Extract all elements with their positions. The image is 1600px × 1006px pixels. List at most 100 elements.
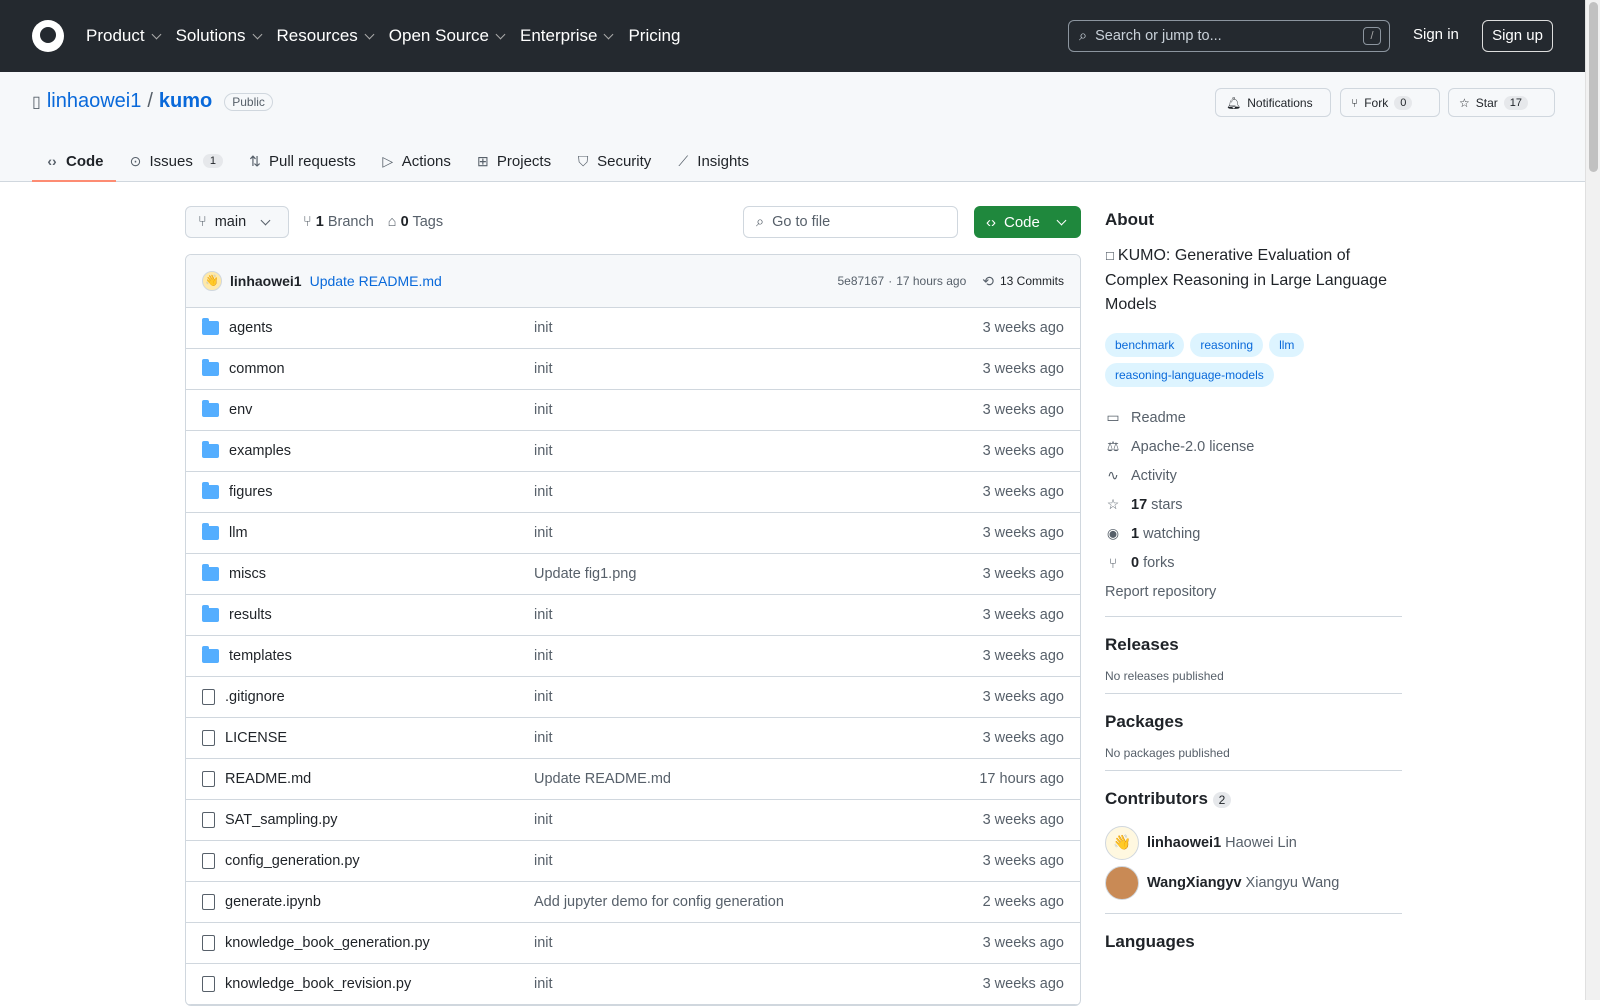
file-row[interactable]: results init 3 weeks ago: [186, 595, 1080, 636]
github-logo-icon[interactable]: [32, 20, 64, 52]
file-row[interactable]: generate.ipynb Add jupyter demo for confi…: [186, 882, 1080, 923]
file-name[interactable]: templates: [229, 648, 292, 664]
contributors-heading[interactable]: Contributors 2: [1105, 789, 1402, 809]
file-name[interactable]: LICENSE: [225, 730, 287, 746]
commit-author[interactable]: linhaowei1: [230, 273, 302, 289]
tab-insights[interactable]: ⟋ Insights: [663, 140, 761, 182]
file-name[interactable]: .gitignore: [225, 689, 285, 705]
file-commit-message[interactable]: init: [534, 730, 983, 746]
file-commit-message[interactable]: init: [534, 484, 983, 500]
file-commit-message[interactable]: init: [534, 812, 983, 828]
nav-enterprise[interactable]: Enterprise: [520, 26, 614, 46]
contributor-item[interactable]: WangXiangyv Xiangyu Wang: [1105, 863, 1402, 903]
sign-in-link[interactable]: Sign in: [1413, 26, 1459, 43]
nav-pricing[interactable]: Pricing: [628, 26, 680, 46]
file-name[interactable]: llm: [229, 525, 248, 541]
file-commit-message[interactable]: init: [534, 607, 983, 623]
file-name[interactable]: README.md: [225, 771, 311, 787]
file-name[interactable]: figures: [229, 484, 273, 500]
repo-name-link[interactable]: kumo: [159, 90, 212, 113]
tab-actions[interactable]: ▷ Actions: [368, 140, 463, 182]
file-name[interactable]: SAT_sampling.py: [225, 812, 338, 828]
report-repository-link[interactable]: Report repository: [1105, 577, 1402, 606]
file-name[interactable]: examples: [229, 443, 291, 459]
file-row[interactable]: env init 3 weeks ago: [186, 390, 1080, 431]
commit-message[interactable]: Update README.md: [310, 273, 442, 289]
file-commit-message[interactable]: Update fig1.png: [534, 566, 983, 582]
commits-link[interactable]: 13 Commits: [1000, 274, 1064, 288]
file-name[interactable]: knowledge_book_revision.py: [225, 976, 411, 992]
license-link[interactable]: ⚖ Apache-2.0 license: [1105, 432, 1402, 461]
nav-product[interactable]: Product: [86, 26, 162, 46]
search-input[interactable]: ⌕ Search or jump to... /: [1068, 20, 1390, 52]
nav-resources[interactable]: Resources: [277, 26, 375, 46]
watchers-link[interactable]: ◉ 1 watching: [1105, 519, 1402, 548]
file-name[interactable]: knowledge_book_generation.py: [225, 935, 430, 951]
tab-pull-requests[interactable]: ⇅ Pull requests: [235, 140, 368, 182]
branch-selector[interactable]: ⑂ main: [185, 206, 289, 238]
tab-security[interactable]: ⛉ Security: [563, 140, 663, 182]
file-commit-message[interactable]: init: [534, 648, 983, 664]
avatar[interactable]: 👋: [202, 271, 222, 291]
activity-link[interactable]: ∿ Activity: [1105, 461, 1402, 490]
topic-tag[interactable]: reasoning: [1190, 333, 1264, 357]
tab-projects[interactable]: ⊞ Projects: [463, 140, 563, 182]
notifications-button[interactable]: 🔔︎ Notifications: [1215, 88, 1331, 117]
file-name[interactable]: results: [229, 607, 272, 623]
file-row[interactable]: knowledge_book_generation.py init 3 weeks …: [186, 923, 1080, 964]
file-row[interactable]: .gitignore init 3 weeks ago: [186, 677, 1080, 718]
file-commit-message[interactable]: init: [534, 853, 983, 869]
file-row[interactable]: templates init 3 weeks ago: [186, 636, 1080, 677]
readme-link[interactable]: ▭ Readme: [1105, 403, 1402, 432]
tags-link[interactable]: ⌂ 0 Tags: [388, 214, 443, 230]
forks-link[interactable]: ⑂ 0 forks: [1105, 548, 1402, 577]
topic-tag[interactable]: llm: [1269, 333, 1305, 357]
branches-link[interactable]: ⑂ 1 Branch: [303, 214, 374, 230]
commit-hash[interactable]: 5e87167: [837, 274, 884, 288]
star-button[interactable]: ☆ Star 17: [1448, 88, 1555, 117]
file-name[interactable]: config_generation.py: [225, 853, 360, 869]
file-commit-message[interactable]: init: [534, 976, 983, 992]
code-dropdown-button[interactable]: ‹› Code: [974, 206, 1081, 238]
sign-up-button[interactable]: Sign up: [1482, 20, 1553, 52]
file-name[interactable]: miscs: [229, 566, 266, 582]
nav-open-source[interactable]: Open Source: [389, 26, 506, 46]
scrollbar-thumb[interactable]: [1589, 2, 1598, 172]
file-name[interactable]: agents: [229, 320, 273, 336]
file-commit-message[interactable]: init: [534, 689, 983, 705]
topic-tag[interactable]: reasoning-language-models: [1105, 363, 1274, 387]
file-row[interactable]: SAT_sampling.py init 3 weeks ago: [186, 800, 1080, 841]
file-name[interactable]: common: [229, 361, 285, 377]
tab-issues[interactable]: ⊙ Issues 1: [116, 140, 235, 182]
contributor-item[interactable]: 👋 linhaowei1 Haowei Lin: [1105, 823, 1402, 863]
file-row[interactable]: README.md Update README.md 17 hours ago: [186, 759, 1080, 800]
tab-code[interactable]: ‹› Code: [32, 140, 116, 182]
file-commit-message[interactable]: init: [534, 525, 983, 541]
repo-owner-link[interactable]: linhaowei1: [47, 90, 142, 113]
file-row[interactable]: examples init 3 weeks ago: [186, 431, 1080, 472]
file-row[interactable]: llm init 3 weeks ago: [186, 513, 1080, 554]
topic-tag[interactable]: benchmark: [1105, 333, 1185, 357]
file-row[interactable]: common init 3 weeks ago: [186, 349, 1080, 390]
fork-button[interactable]: ⑂ Fork 0: [1340, 88, 1440, 117]
file-commit-message[interactable]: init: [534, 320, 983, 336]
releases-title[interactable]: Releases: [1105, 635, 1402, 655]
file-name[interactable]: env: [229, 402, 252, 418]
file-commit-message[interactable]: init: [534, 935, 983, 951]
page-scrollbar[interactable]: [1585, 0, 1600, 1000]
file-commit-message[interactable]: init: [534, 402, 983, 418]
stars-link[interactable]: ☆ 17 stars: [1105, 490, 1402, 519]
file-commit-message[interactable]: Add jupyter demo for config generation: [534, 894, 983, 910]
file-name[interactable]: generate.ipynb: [225, 894, 321, 910]
file-row[interactable]: agents init 3 weeks ago: [186, 308, 1080, 349]
file-row[interactable]: figures init 3 weeks ago: [186, 472, 1080, 513]
file-commit-message[interactable]: init: [534, 361, 983, 377]
file-row[interactable]: miscs Update fig1.png 3 weeks ago: [186, 554, 1080, 595]
go-to-file-input[interactable]: ⌕ Go to file: [743, 206, 958, 238]
file-row[interactable]: config_generation.py init 3 weeks ago: [186, 841, 1080, 882]
file-commit-message[interactable]: init: [534, 443, 983, 459]
file-row[interactable]: LICENSE init 3 weeks ago: [186, 718, 1080, 759]
nav-solutions[interactable]: Solutions: [176, 26, 262, 46]
file-row[interactable]: knowledge_book_revision.py init 3 weeks ag…: [186, 964, 1080, 1005]
file-commit-message[interactable]: Update README.md: [534, 771, 979, 787]
